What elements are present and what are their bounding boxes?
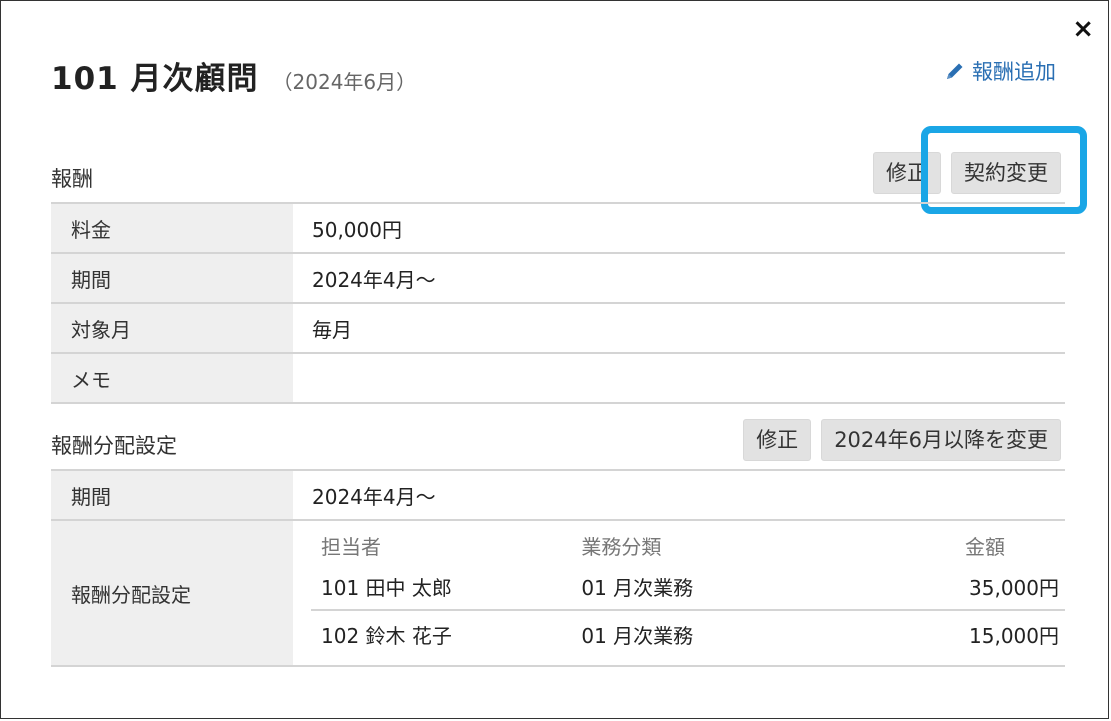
pencil-icon [947, 63, 963, 79]
column-header-amount: 金額 [965, 534, 1005, 559]
close-icon[interactable]: × [1072, 16, 1094, 42]
allocation-detail-table: 担当者 業務分類 金額 101 田中 太郎 01 月次業務 35,000円 10… [311, 527, 1065, 657]
amount-cell: 35,000円 [866, 563, 1065, 611]
target-month-value: 毎月 [293, 303, 1065, 354]
target-month-label: 対象月 [51, 303, 293, 354]
memo-label: メモ [51, 353, 293, 404]
allocation-table: 期間 2024年4月～ 報酬分配設定 担当者 業務分類 金額 101 田中 太郎… [51, 469, 1065, 667]
add-fee-label: 報酬追加 [972, 60, 1056, 84]
table-row: 101 田中 太郎 01 月次業務 35,000円 [311, 563, 1065, 611]
allocation-edit-button[interactable]: 修正 [743, 419, 812, 461]
fee-section-title: 報酬 [51, 167, 93, 191]
allocation-settings-value: 担当者 業務分類 金額 101 田中 太郎 01 月次業務 35,000円 10… [293, 520, 1065, 667]
highlight-box [921, 126, 1087, 214]
dialog-header: 101 月次顧問 （2024年6月） [51, 53, 416, 98]
dialog-title: 101 月次顧問 [51, 61, 259, 97]
category-cell: 01 月次業務 [575, 563, 867, 611]
table-row: 期間 2024年4月～ [51, 253, 1065, 304]
fee-label: 料金 [51, 203, 293, 254]
fee-section-header: 報酬 修正 契約変更 [51, 149, 1061, 197]
table-row: 料金 50,000円 [51, 203, 1065, 254]
allocation-header-row: 担当者 業務分類 金額 [311, 527, 1065, 563]
table-row: メモ [51, 353, 1065, 404]
period-value: 2024年4月～ [293, 253, 1065, 304]
add-fee-link[interactable]: 報酬追加 [944, 56, 1056, 86]
allocation-section-buttons: 修正 2024年6月以降を変更 [743, 419, 1061, 461]
fee-detail-dialog: × 101 月次顧問 （2024年6月） 報酬追加 報酬 修正 契約変更 料金 … [0, 0, 1109, 719]
allocation-settings-label: 報酬分配設定 [51, 520, 293, 667]
allocation-section-title: 報酬分配設定 [51, 434, 177, 458]
period-label: 期間 [51, 253, 293, 304]
amount-cell: 15,000円 [969, 623, 1059, 648]
person-cell: 101 田中 太郎 [311, 563, 576, 611]
memo-value [293, 353, 1065, 404]
column-header-category: 業務分類 [581, 534, 662, 559]
fee-value: 50,000円 [293, 203, 1065, 254]
fee-table: 料金 50,000円 期間 2024年4月～ 対象月 毎月 メモ [51, 202, 1065, 404]
table-row: 報酬分配設定 担当者 業務分類 金額 101 田中 太郎 01 月次業務 35,… [51, 520, 1065, 667]
allocation-section-header: 報酬分配設定 修正 2024年6月以降を変更 [51, 416, 1061, 464]
person-cell: 102 鈴木 花子 [321, 623, 452, 648]
dialog-subtitle: （2024年6月） [272, 70, 417, 94]
category-cell: 01 月次業務 [581, 623, 694, 648]
change-after-button[interactable]: 2024年6月以降を変更 [821, 419, 1061, 461]
allocation-period-label: 期間 [51, 470, 293, 521]
table-row: 対象月 毎月 [51, 303, 1065, 354]
table-row: 102 鈴木 花子 01 月次業務 15,000円 [311, 610, 1065, 657]
column-header-person: 担当者 [321, 534, 381, 559]
table-row: 期間 2024年4月～ [51, 470, 1065, 521]
allocation-period-value: 2024年4月～ [293, 470, 1065, 521]
